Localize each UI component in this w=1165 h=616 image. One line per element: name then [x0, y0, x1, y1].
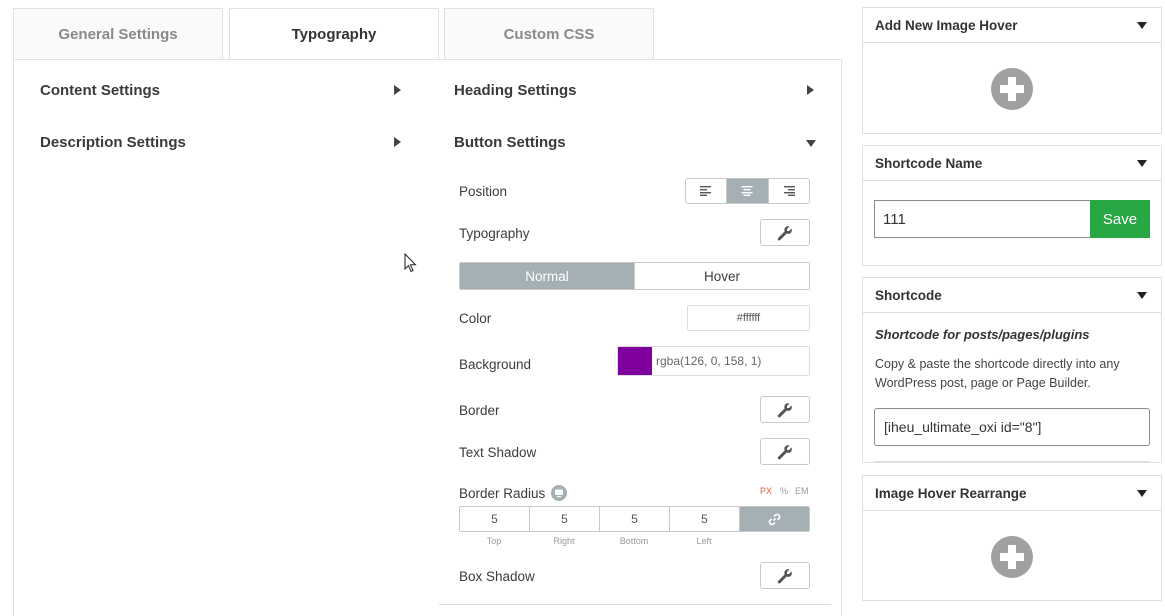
wrench-icon [777, 444, 792, 459]
hover-state-button[interactable]: Hover [634, 263, 809, 289]
collapse-down-icon[interactable] [1137, 291, 1147, 299]
section-divider [439, 604, 831, 605]
shortcode-name-header[interactable]: Shortcode Name [863, 146, 1161, 181]
tab-custom-css[interactable]: Custom CSS [444, 8, 654, 59]
link-values-button[interactable] [740, 507, 809, 531]
add-new-image-hover-header[interactable]: Add New Image Hover [863, 8, 1161, 43]
responsive-device-icon[interactable] [551, 485, 567, 501]
text-shadow-button[interactable] [760, 438, 810, 465]
content-settings-header[interactable]: Content Settings [40, 82, 160, 99]
divider [874, 461, 1150, 462]
background-color-input[interactable]: rgba(126, 0, 158, 1) [617, 346, 810, 376]
radius-bottom-input[interactable]: 5 [600, 507, 670, 531]
image-hover-rearrange-header[interactable]: Image Hover Rearrange [863, 476, 1161, 511]
align-left-button[interactable] [686, 179, 728, 203]
button-settings-header[interactable]: Button Settings [454, 134, 566, 151]
radius-left-label: Left [696, 536, 712, 546]
unit-percent[interactable]: % [780, 486, 788, 496]
border-radius-inputs: 5 5 5 5 [459, 506, 810, 532]
expand-right-icon[interactable] [394, 85, 401, 95]
align-right-icon [783, 186, 795, 196]
align-center-icon [741, 186, 753, 196]
shortcode-name-input[interactable]: 111 [874, 200, 1092, 238]
unit-px[interactable]: PX [760, 486, 772, 496]
normal-state-button[interactable]: Normal [460, 263, 634, 289]
add-new-image-hover-title: Add New Image Hover [875, 17, 1018, 33]
shortcode-box: Shortcode Shortcode for posts/pages/plug… [862, 277, 1162, 463]
add-plus-icon[interactable] [991, 68, 1033, 110]
radius-left-input[interactable]: 5 [670, 507, 740, 531]
link-icon [768, 513, 781, 525]
align-right-button[interactable] [768, 179, 809, 203]
collapse-down-icon[interactable] [806, 140, 816, 147]
state-toggle: Normal Hover [459, 262, 810, 290]
shortcode-description: Copy & paste the shortcode directly into… [875, 357, 1120, 390]
heading-settings-header[interactable]: Heading Settings [454, 82, 577, 99]
rearrange-plus-icon[interactable] [991, 536, 1033, 578]
image-hover-rearrange-box: Image Hover Rearrange [862, 475, 1162, 601]
wrench-icon [777, 225, 792, 240]
radius-right-label: Right [553, 536, 575, 546]
save-button[interactable]: Save [1090, 200, 1150, 238]
text-shadow-label: Text Shadow [459, 445, 537, 460]
shortcode-header[interactable]: Shortcode [863, 278, 1161, 313]
color-input[interactable]: #ffffff [687, 305, 810, 331]
shortcode-subtitle: Shortcode for posts/pages/plugins [875, 327, 1090, 342]
add-new-image-hover-box: Add New Image Hover [862, 7, 1162, 134]
description-settings-header[interactable]: Description Settings [40, 134, 186, 151]
align-center-button[interactable] [727, 179, 769, 203]
background-color-value: rgba(126, 0, 158, 1) [656, 354, 762, 368]
expand-right-icon[interactable] [807, 85, 814, 95]
image-hover-rearrange-title: Image Hover Rearrange [875, 485, 1027, 501]
typography-label: Typography [459, 226, 530, 241]
color-label: Color [459, 311, 492, 326]
shortcode-name-title: Shortcode Name [875, 155, 983, 171]
expand-right-icon[interactable] [394, 137, 401, 147]
mouse-cursor-icon [404, 253, 417, 273]
radius-right-input[interactable]: 5 [530, 507, 600, 531]
border-radius-label: Border Radius [459, 486, 546, 501]
radius-bottom-label: Bottom [619, 536, 649, 546]
position-label: Position [459, 184, 508, 199]
typography-button[interactable] [760, 219, 810, 246]
position-button-group [685, 178, 810, 204]
background-label: Background [459, 357, 532, 372]
wrench-icon [777, 568, 792, 583]
wrench-icon [777, 402, 792, 417]
shortcode-name-box: Shortcode Name 111 Save [862, 145, 1162, 266]
collapse-down-icon[interactable] [1137, 159, 1147, 167]
tab-general-settings[interactable]: General Settings [13, 8, 223, 59]
box-shadow-label: Box Shadow [459, 569, 535, 584]
unit-em[interactable]: EM [795, 486, 809, 496]
box-shadow-button[interactable] [760, 562, 810, 589]
collapse-down-icon[interactable] [1137, 21, 1147, 29]
radius-top-label: Top [486, 536, 502, 546]
shortcode-input[interactable]: [iheu_ultimate_oxi id="8"] [874, 408, 1150, 446]
collapse-down-icon[interactable] [1137, 489, 1147, 497]
border-button[interactable] [760, 396, 810, 423]
align-left-icon [700, 186, 712, 196]
background-color-swatch[interactable] [618, 347, 652, 375]
radius-top-input[interactable]: 5 [460, 507, 530, 531]
shortcode-title: Shortcode [875, 287, 942, 303]
tab-typography[interactable]: Typography [229, 8, 439, 60]
border-label: Border [459, 403, 500, 418]
